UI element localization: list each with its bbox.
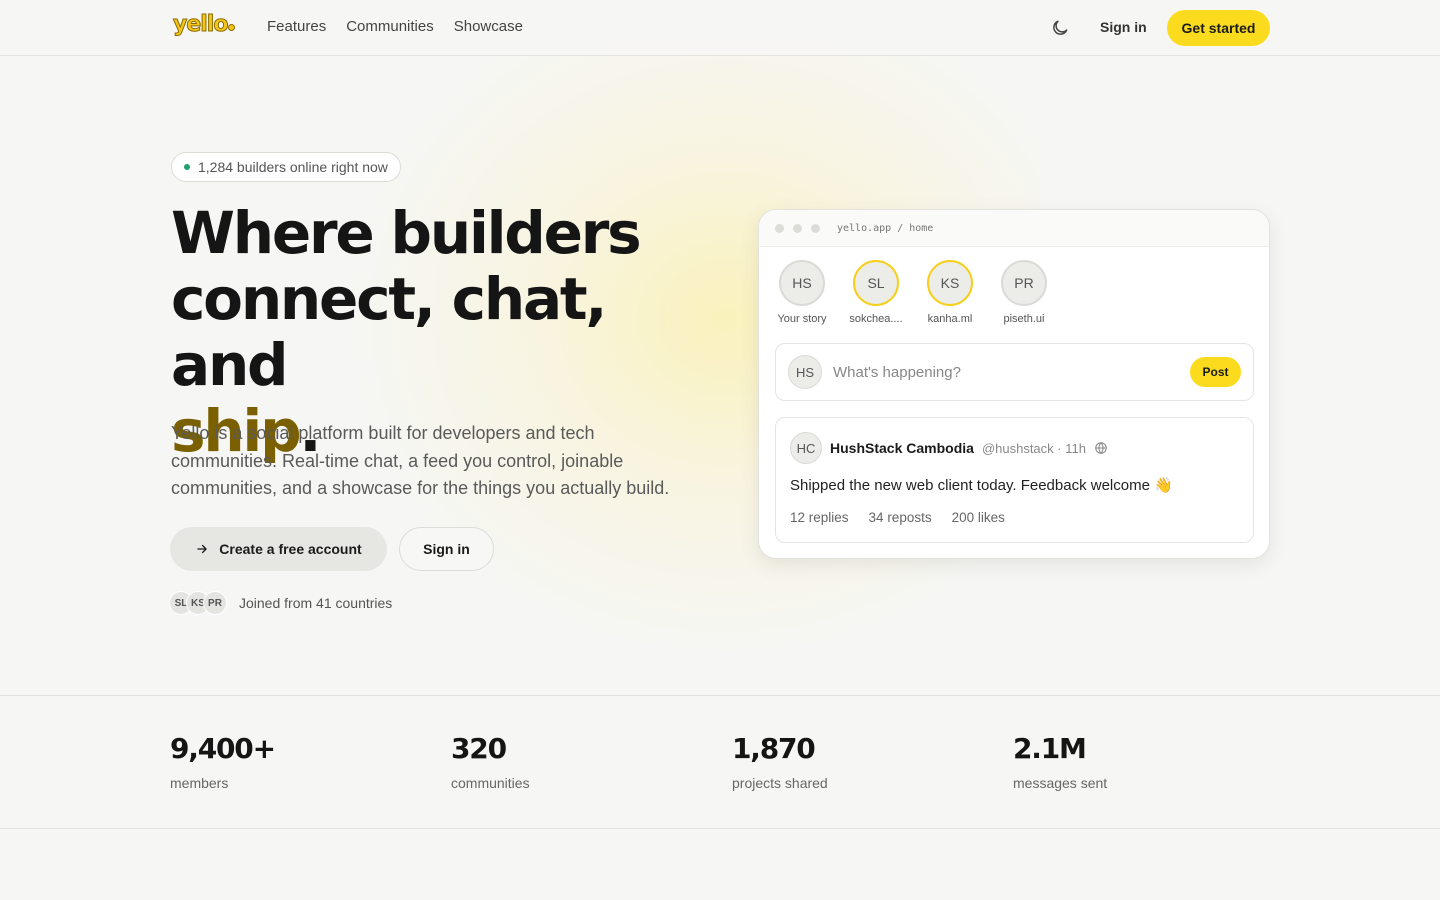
app-url: yello.app / home	[837, 222, 934, 234]
nav-links: Features Communities Showcase	[267, 18, 523, 35]
get-started-button[interactable]: Get started	[1167, 10, 1270, 46]
joined-row: SL KS PR Joined from 41 countries	[169, 591, 392, 615]
story-name: Your story	[777, 313, 827, 325]
stat-value: 1,870	[732, 732, 816, 765]
stat-communities: 320 communities	[451, 732, 530, 791]
hero-subtitle: Yello is a social platform built for dev…	[171, 423, 670, 498]
post-meta: @hushstack · 11h	[981, 440, 1086, 456]
stat-label: members	[170, 775, 229, 791]
post-header: HC HushStack Cambodia @hushstack · 11h	[790, 432, 1108, 464]
stat-value: 320	[451, 732, 507, 765]
stat-label: messages sent	[1013, 775, 1108, 791]
post-composer: HS What's happening? Post	[775, 343, 1254, 401]
stat-messages: 2.1M messages sent	[1013, 732, 1107, 791]
avatar: PR	[203, 591, 227, 615]
online-dot-icon	[184, 164, 190, 170]
nav-link-features[interactable]: Features	[267, 18, 326, 35]
top-nav: yello Features Communities Showcase Sign…	[0, 0, 1440, 56]
replies-count[interactable]: 12 replies	[790, 510, 849, 525]
joined-text: Joined from 41 countries	[239, 595, 393, 611]
traffic-light-icon	[811, 223, 820, 233]
stats-band: 9,400+ members 320 communities 1,870 pro…	[0, 695, 1440, 829]
story-name: piseth.ui	[1003, 313, 1045, 325]
composer-input[interactable]: What's happening?	[833, 364, 1190, 381]
nav-link-communities[interactable]: Communities	[346, 18, 434, 35]
nav-signin-link[interactable]: Sign in	[1100, 19, 1147, 35]
app-titlebar: yello.app / home	[759, 210, 1269, 247]
post-stats: 12 replies 34 reposts 200 likes	[790, 510, 1005, 525]
create-account-button[interactable]: Create a free account	[170, 527, 387, 571]
avatar: HS	[788, 355, 822, 389]
traffic-light-icon	[793, 223, 802, 233]
reposts-count[interactable]: 34 reposts	[869, 510, 932, 525]
post-author[interactable]: HushStack Cambodia	[830, 440, 974, 456]
story-item[interactable]: SL sokchea....	[849, 260, 903, 325]
story-avatar: PR	[1001, 260, 1047, 306]
stat-value: 2.1M	[1013, 732, 1087, 765]
stat-label: projects shared	[732, 775, 828, 791]
story-item[interactable]: PR piseth.ui	[999, 260, 1049, 325]
story-name: sokchea....	[849, 313, 903, 325]
arrow-right-icon	[197, 544, 208, 554]
likes-count[interactable]: 200 likes	[952, 510, 1005, 525]
app-preview-window: yello.app / home HS Your story SL sokche…	[758, 209, 1270, 559]
online-status-pill: 1,284 builders online right now	[171, 152, 401, 182]
post-button[interactable]: Post	[1190, 357, 1241, 387]
post-body: Shipped the new web client today. Feedba…	[790, 477, 1173, 494]
story-item[interactable]: HS Your story	[777, 260, 827, 325]
stat-projects: 1,870 projects shared	[732, 732, 828, 791]
stat-value: 9,400+	[170, 732, 276, 765]
globe-icon	[1095, 441, 1107, 455]
traffic-light-icon	[775, 223, 784, 233]
online-count-text: 1,284 builders online right now	[198, 159, 388, 175]
story-avatar: HS	[779, 260, 825, 306]
logo[interactable]: yello	[172, 12, 236, 38]
story-name: kanha.ml	[927, 313, 973, 325]
stat-members: 9,400+ members	[170, 732, 276, 791]
story-item[interactable]: KS kanha.ml	[925, 260, 975, 325]
stat-label: communities	[451, 775, 530, 791]
story-avatar: SL	[853, 260, 899, 306]
story-avatar: KS	[927, 260, 973, 306]
feed-post: HC HushStack Cambodia @hushstack · 11h S…	[775, 417, 1254, 543]
nav-link-showcase[interactable]: Showcase	[454, 18, 523, 35]
avatar: HC	[790, 432, 822, 464]
hero-signin-button[interactable]: Sign in	[399, 527, 494, 571]
stories-row: HS Your story SL sokchea.... KS kanha.ml…	[777, 260, 1049, 325]
moon-icon[interactable]	[1050, 18, 1070, 38]
